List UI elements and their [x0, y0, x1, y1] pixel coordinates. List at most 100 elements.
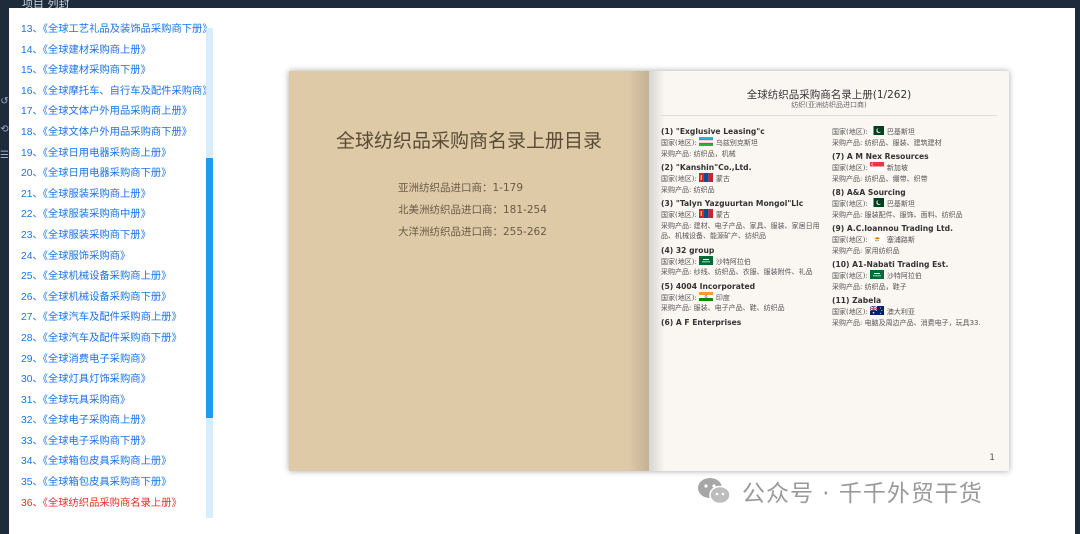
company-products: 采购产品: 服装、电子产品、鞋、纺织品 — [661, 304, 785, 312]
company-name: (1) "Exglusive Leasing"c — [661, 127, 765, 136]
toc-item[interactable]: 16、《全球摩托车、自行车及配件采购商》 — [9, 82, 213, 103]
catalog-entry-oceania: 大洋洲纺织品进口商：255-262 — [398, 226, 547, 238]
toc-item[interactable]: 26、《全球机械设备采购商下册》 — [9, 288, 213, 309]
company-country: 国家(地区): 巴基斯坦 — [832, 198, 992, 210]
company-name: (9) A.C.Ioannou Trading Ltd. — [832, 224, 954, 233]
company-products: 采购产品: 纺织品，机械 — [661, 149, 736, 158]
company-country: 国家(地区): 沙特阿拉伯 — [661, 255, 821, 268]
company-name: (8) A&A Sourcing — [832, 188, 906, 197]
company-products: 采购产品: 电脑及周边产品、消费电子，玩具33. — [832, 318, 981, 327]
toc-item[interactable]: 23、《全球服装采购商下册》 — [9, 226, 213, 247]
company-entry: 国家(地区): 巴基斯坦 采购产品: 纺织品、服装、建筑建材 — [832, 126, 992, 148]
toc-item[interactable]: 25、《全球机械设备采购商上册》 — [9, 267, 213, 288]
toc-item[interactable]: 18、《全球文体户外用品采购商下册》 — [9, 123, 213, 144]
company-products: 采购产品: 服装配件、服饰、面料、纺织品 — [832, 210, 963, 219]
company-entry: (2) "Kanshin"Co.,Ltd. 国家(地区): 蒙古 采购产品: 纺织品 — [661, 162, 821, 195]
country-name: 巴基斯坦 — [886, 200, 915, 208]
country-label: 国家(地区): — [661, 293, 697, 302]
side-glyph-icon: ↺ — [0, 96, 9, 107]
toc-item[interactable]: 17、《全球文体户外用品采购商上册》 — [9, 102, 213, 123]
directory-page-subtitle: 纺织(亚洲纺织品进口商) — [791, 101, 867, 109]
country-label: 国家(地区): — [661, 175, 697, 183]
company-entry: (6) A F Enterprises — [661, 317, 821, 328]
flag-icon — [698, 173, 713, 182]
title-divider — [661, 115, 997, 116]
toc-item[interactable]: 15、《全球建材采购商下册》 — [9, 61, 213, 82]
country-label: 国家(地区): — [832, 272, 868, 280]
toc-item[interactable]: 24、《全球服饰采购商》 — [9, 247, 213, 268]
country-name: 蒙古 — [715, 211, 730, 219]
country-name: 塞浦路斯 — [886, 236, 915, 244]
toc-sidebar: 13、《全球工艺礼品及装饰品采购商下册》 14、《全球建材采购商上册》 15、《全球… — [9, 20, 213, 518]
toc-item[interactable]: 34、《全球箱包皮具采购商上册》 — [9, 452, 213, 473]
flag-icon — [698, 291, 713, 301]
side-glyph-icon: ☰ — [0, 150, 9, 161]
toc-item[interactable]: 29、《全球消费电子采购商》 — [9, 350, 213, 371]
country-label: 国家(地区): — [661, 257, 697, 266]
company-entry: (4) 32 group 国家(地区): 沙特阿拉伯 采购产品: 纱线、纺织品、衣服、… — [661, 245, 821, 278]
toc-scrollbar-thumb[interactable] — [206, 158, 213, 418]
company-country: 国家(地区): 塞浦路斯 — [832, 234, 992, 246]
company-entry: (5) 4004 Incorporated 国家(地区): 印度 采购产品: 服装、电… — [661, 281, 821, 314]
country-name: 巴基斯坦 — [886, 128, 915, 136]
company-name: (3) "Talyn Yazguurtan Mongol"Llc — [661, 199, 804, 208]
flag-icon — [869, 234, 884, 243]
company-entry: (7) A M Nex Resources 国家(地区): 新加坡 采购产品: 纺织品… — [832, 151, 992, 184]
company-country: 国家(地区): 巴基斯坦 — [832, 126, 992, 138]
company-products: 采购产品: 纺织品，鞋子 — [832, 282, 907, 291]
window-right-bar — [1075, 0, 1080, 534]
company-name: (6) A F Enterprises — [661, 317, 742, 327]
toc-item[interactable]: 32、《全球电子采购商上册》 — [9, 411, 213, 432]
toc-item[interactable]: 28、《全球汽车及配件采购商下册》 — [9, 329, 213, 350]
company-name: (7) A M Nex Resources — [832, 152, 929, 161]
toc-item[interactable]: 36、《全球纺织品采购商名录上册》 — [9, 494, 213, 515]
window-left-bar: ↺ ⟲ ☰ — [0, 0, 9, 534]
company-name: (4) 32 group — [661, 245, 715, 255]
company-country: 国家(地区): 乌兹别克斯坦 — [661, 137, 821, 149]
top-bar-text: 项目 列封 — [22, 0, 70, 10]
country-name: 新加坡 — [886, 164, 908, 172]
flag-icon — [869, 198, 884, 207]
toc-item[interactable]: 33、《全球电子采购商下册》 — [9, 432, 213, 453]
flag-icon — [869, 126, 884, 135]
toc-item[interactable]: 19、《全球日用电器采购商上册》 — [9, 144, 213, 165]
toc-item[interactable]: 27、《全球汽车及配件采购商上册》 — [9, 308, 213, 329]
side-glyph-icon: ⟲ — [0, 124, 9, 135]
toc-item[interactable]: 31、《全球玩具采购商》 — [9, 391, 213, 412]
company-name: (2) "Kanshin"Co.,Ltd. — [661, 163, 752, 172]
page-spine-shadow — [627, 71, 649, 471]
flag-icon — [698, 255, 713, 265]
toc-item[interactable]: 20、《全球日用电器采购商下册》 — [9, 164, 213, 185]
country-name: 蒙古 — [715, 175, 730, 183]
company-entry: (8) A&A Sourcing 国家(地区): 巴基斯坦 采购产品: 服装配件、服饰… — [832, 187, 992, 220]
company-products: 采购产品: 建材、电子产品、家具、服装、家居日用品、机械设备、能源矿产、纺织品 — [661, 221, 820, 241]
left-page: 全球纺织品采购商名录上册目录 亚洲纺织品进口商：1-179 北美洲纺织品进口商：… — [289, 71, 649, 471]
toc-item[interactable]: 14、《全球建材采购商上册》 — [9, 41, 213, 62]
flag-icon — [698, 209, 713, 218]
catalog-entries: 亚洲纺织品进口商：1-179 北美洲纺织品进口商：181-254 大洋洲纺织品进… — [398, 177, 547, 243]
company-products: 采购产品: 纺织品、服装、建筑建材 — [832, 138, 942, 147]
toc-item[interactable]: 30、《全球灯具灯饰采购商》 — [9, 370, 213, 391]
toc-item[interactable]: 35、《全球箱包皮具采购商下册》 — [9, 473, 213, 494]
flipbook[interactable]: 全球纺织品采购商名录上册目录 亚洲纺织品进口商：1-179 北美洲纺织品进口商：… — [289, 71, 1009, 471]
directory-column-right: 国家(地区): 巴基斯坦 采购产品: 纺织品、服装、建筑建材 (7) A M Nex … — [832, 126, 992, 331]
company-name: (11) Zabela — [832, 296, 882, 305]
country-label: 国家(地区): — [832, 308, 868, 316]
watermark: 公众号 · 千千外贸干货 — [696, 472, 983, 510]
company-name: (10) A1-Nabati Trading Est. — [832, 260, 949, 269]
company-country: 国家(地区): 沙特阿拉伯 — [832, 270, 992, 282]
toc-item[interactable]: 22、《全球服装采购商中册》 — [9, 205, 213, 226]
company-entry: (3) "Talyn Yazguurtan Mongol"Llc 国家(地区): 蒙… — [661, 198, 821, 242]
right-page: 全球纺织品采购商名录上册(1/262) 纺织(亚洲纺织品进口商) (1) "Ex… — [649, 71, 1009, 471]
catalog-entry-north-america: 北美洲纺织品进口商：181-254 — [398, 204, 547, 216]
country-name: 乌兹别克斯坦 — [715, 139, 758, 147]
company-country: 国家(地区): 新加坡 — [832, 162, 992, 174]
flag-icon — [869, 162, 884, 171]
country-label: 国家(地区): — [661, 139, 697, 147]
toc-item[interactable]: 21、《全球服装采购商上册》 — [9, 185, 213, 206]
company-name: (5) 4004 Incorporated — [661, 281, 756, 291]
country-label: 国家(地区): — [832, 164, 868, 172]
flag-icon — [869, 270, 884, 279]
toc-item[interactable]: 13、《全球工艺礼品及装饰品采购商下册》 — [9, 20, 213, 41]
company-entry: (1) "Exglusive Leasing"c 国家(地区): 乌兹别克斯坦采购产… — [661, 126, 821, 159]
